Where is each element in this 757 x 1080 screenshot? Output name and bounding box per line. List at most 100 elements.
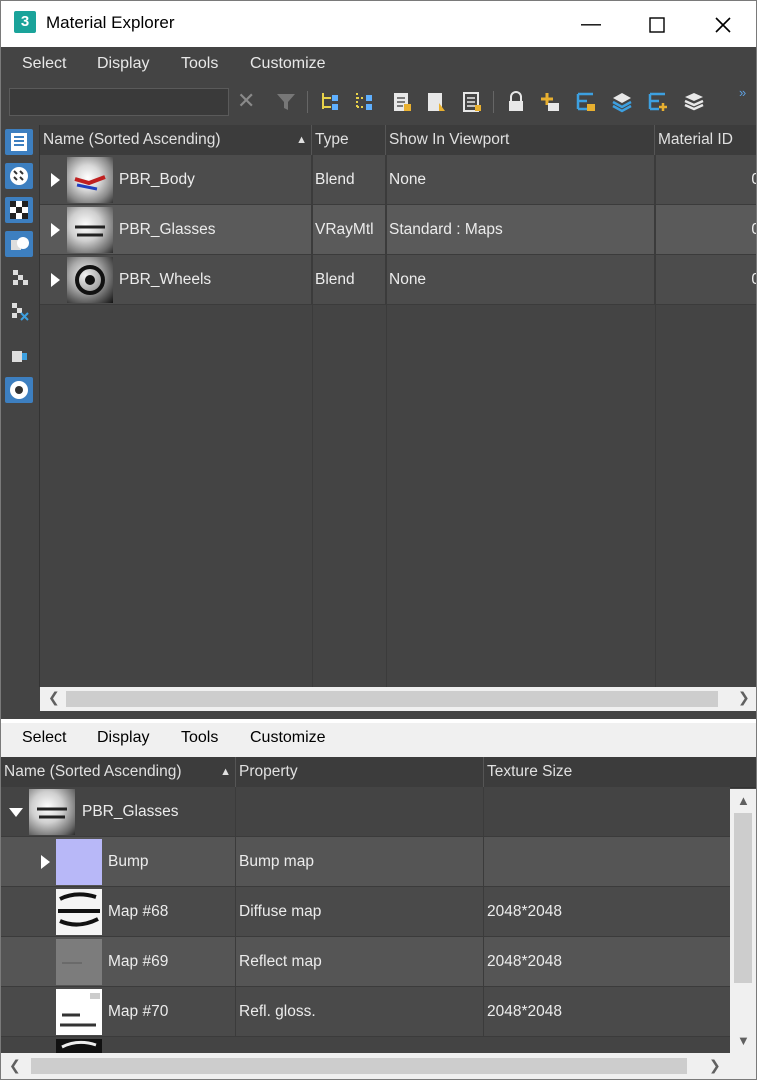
table-row[interactable]: Map #68 Diffuse map 2048*2048 <box>1 887 730 937</box>
scroll-down-icon[interactable]: ▼ <box>737 1033 750 1048</box>
material-maps-pane: Select Display Tools Customize Name (Sor… <box>1 723 756 1079</box>
hierarchy-expand-icon[interactable] <box>353 91 373 113</box>
material-thumbnail <box>67 257 113 303</box>
show-in-viewport[interactable]: Standard : Maps <box>386 205 655 255</box>
texture-size <box>484 837 730 887</box>
materials-table: Name (Sorted Ascending) ▲ Type Show In V… <box>40 125 756 687</box>
scrollbar-thumb[interactable] <box>734 813 752 983</box>
toolbar-overflow-icon[interactable]: » <box>739 85 746 100</box>
collapse-arrow-icon[interactable] <box>9 808 23 817</box>
title-bar: 3 Material Explorer ― <box>1 1 756 47</box>
column-material-id-header[interactable]: Material ID <box>655 125 756 155</box>
scrollbar-thumb[interactable] <box>31 1058 687 1074</box>
scene-sphere-icon[interactable] <box>5 377 33 403</box>
checker-stack-icon[interactable] <box>5 265 33 291</box>
map-property: Refl. gloss. <box>236 987 484 1037</box>
scroll-left-icon[interactable]: ❮ <box>9 1057 21 1074</box>
search-input[interactable] <box>9 88 229 116</box>
close-button[interactable] <box>690 1 756 47</box>
column-divider <box>386 155 387 687</box>
clear-search-icon[interactable]: ✕ <box>237 88 255 114</box>
column-viewport-header[interactable]: Show In Viewport <box>386 125 655 155</box>
material-name: PBR_Glasses <box>116 205 312 255</box>
map-name: Map #70 <box>105 987 236 1037</box>
map-name: Bump <box>105 837 236 887</box>
material-list-icon[interactable] <box>391 91 411 113</box>
column-texture-size-header[interactable]: Texture Size <box>484 757 756 787</box>
column-name-header[interactable]: Name (Sorted Ascending) ▲ <box>40 125 312 155</box>
scrollbar-thumb[interactable] <box>66 691 718 707</box>
maps-table-header: Name (Sorted Ascending) ▲ Property Textu… <box>1 757 756 788</box>
checker-map-icon[interactable] <box>5 197 33 223</box>
toolbar-separator <box>307 91 308 113</box>
table-row[interactable] <box>1 1037 730 1053</box>
display-list-icon[interactable] <box>5 129 33 155</box>
expand-arrow-icon[interactable] <box>51 173 60 187</box>
show-in-viewport[interactable]: None <box>386 155 655 205</box>
material-type: Blend <box>312 255 386 305</box>
maps-table: PBR_Glasses Bump Bump map Map #68 Diffus… <box>1 787 730 1053</box>
tree-add-icon[interactable] <box>647 91 667 113</box>
map-name: Map #68 <box>105 887 236 937</box>
unused-maps-icon[interactable] <box>5 299 33 325</box>
filter-icon[interactable] <box>275 91 295 113</box>
map-thumbnail <box>56 889 102 935</box>
menu-select[interactable]: Select <box>22 729 66 747</box>
expand-arrow-icon[interactable] <box>51 273 60 287</box>
menu-display[interactable]: Display <box>97 55 149 73</box>
scroll-left-icon[interactable]: ❮ <box>48 689 60 706</box>
scroll-right-icon[interactable]: ❯ <box>738 689 750 706</box>
lower-vertical-scrollbar[interactable]: ▲ ▼ <box>730 789 756 1053</box>
minimize-button[interactable]: ― <box>558 1 624 47</box>
hierarchy-icon[interactable] <box>319 91 339 113</box>
menu-customize[interactable]: Customize <box>250 55 326 73</box>
menu-tools[interactable]: Tools <box>181 729 218 747</box>
object-assign-icon[interactable] <box>5 343 33 369</box>
material-name: PBR_Wheels <box>116 255 312 305</box>
display-filter-toolbar <box>1 125 40 687</box>
menu-tools[interactable]: Tools <box>181 55 218 73</box>
upper-horizontal-scrollbar[interactable]: ❮ ❯ <box>40 687 756 711</box>
material-type: VRayMtl <box>312 205 386 255</box>
material-id: 0 <box>751 271 756 288</box>
table-row[interactable]: Map #70 Refl. gloss. 2048*2048 <box>1 987 730 1037</box>
menu-display[interactable]: Display <box>97 729 149 747</box>
table-row[interactable]: PBR_Glasses <box>1 787 730 837</box>
scroll-up-icon[interactable]: ▲ <box>737 793 750 808</box>
lower-horizontal-scrollbar[interactable]: ❮ ❯ <box>1 1053 756 1079</box>
column-property-header[interactable]: Property <box>236 757 484 787</box>
material-details-icon[interactable] <box>461 91 481 113</box>
toolbar-separator <box>493 91 494 113</box>
table-row[interactable]: Map #69 Reflect map 2048*2048 <box>1 937 730 987</box>
texture-size: 2048*2048 <box>487 953 562 970</box>
material-thumbnail <box>29 789 75 835</box>
add-material-icon[interactable] <box>539 91 559 113</box>
map-thumbnail <box>56 989 102 1035</box>
tree-layer-icon[interactable] <box>575 91 595 113</box>
column-divider <box>312 155 313 687</box>
column-name-header[interactable]: Name (Sorted Ascending) ▲ <box>1 757 236 787</box>
layers-stack-icon[interactable] <box>611 91 632 113</box>
layers-icon[interactable] <box>683 91 704 113</box>
maximize-button[interactable] <box>624 1 690 47</box>
column-type-header[interactable]: Type <box>312 125 386 155</box>
scroll-right-icon[interactable]: ❯ <box>709 1057 721 1074</box>
lock-icon[interactable] <box>505 91 525 113</box>
expand-arrow-icon[interactable] <box>41 855 50 869</box>
material-doc-icon[interactable] <box>425 91 445 113</box>
object-icon[interactable] <box>5 231 33 257</box>
sort-ascending-icon: ▲ <box>220 766 231 778</box>
table-row[interactable]: PBR_Glasses VRayMtl Standard : Maps 0 <box>40 205 756 255</box>
map-thumbnail <box>56 939 102 985</box>
app-icon: 3 <box>14 11 36 33</box>
table-row[interactable]: PBR_Wheels Blend None 0 <box>40 255 756 305</box>
show-in-viewport[interactable]: None <box>386 255 655 305</box>
material-sphere-icon[interactable] <box>5 163 33 189</box>
table-row[interactable]: Bump Bump map <box>1 837 730 887</box>
menu-select[interactable]: Select <box>22 55 66 73</box>
material-type: Blend <box>312 155 386 205</box>
menu-customize[interactable]: Customize <box>250 729 326 747</box>
upper-toolbar: ✕ » <box>1 83 756 121</box>
expand-arrow-icon[interactable] <box>51 223 60 237</box>
table-row[interactable]: PBR_Body Blend None 0 <box>40 155 756 205</box>
